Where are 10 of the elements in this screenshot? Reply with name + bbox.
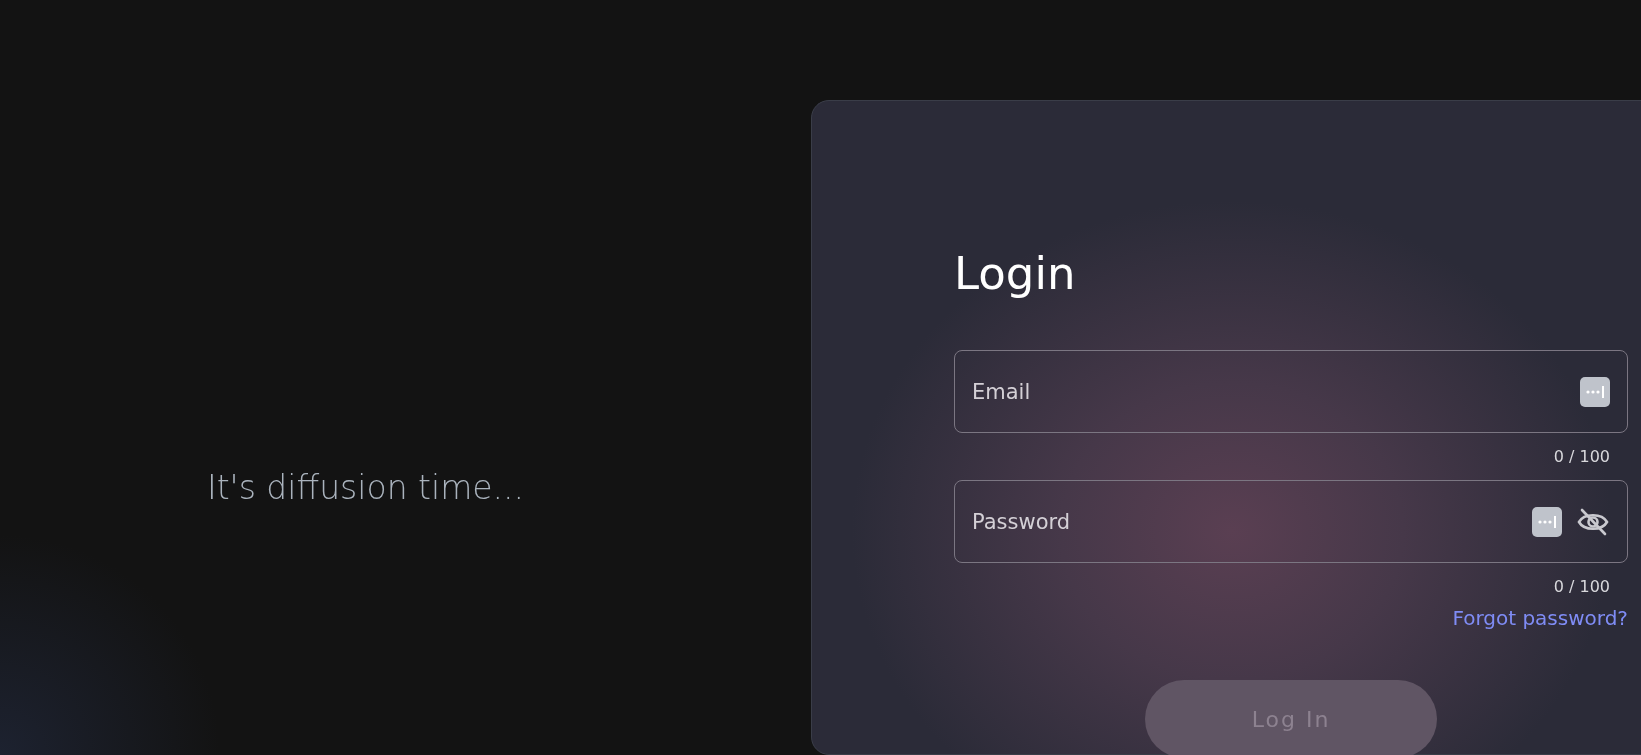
forgot-password-link[interactable]: Forgot password? [1452,606,1628,630]
tagline-text: It's diffusion time... [206,468,525,507]
password-key-icon [1580,376,1610,407]
login-title: Login [954,247,1077,300]
character-counter: 0 / 100 [1553,447,1610,466]
password-key-icon [1532,506,1562,537]
eye-off-icon[interactable] [1576,506,1610,537]
password-field[interactable]: Password [954,480,1628,563]
character-counter: 0 / 100 [1553,577,1610,596]
email-field[interactable]: Email [954,350,1628,433]
